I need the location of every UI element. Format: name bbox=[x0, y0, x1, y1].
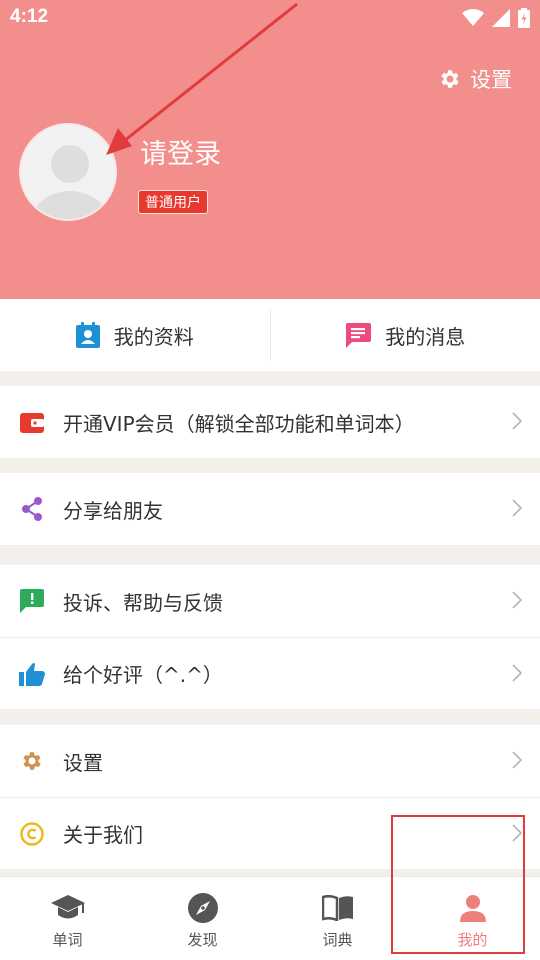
header-settings-button[interactable]: 设置 bbox=[438, 64, 512, 94]
login-link[interactable]: 请登录 bbox=[140, 132, 221, 171]
share-row[interactable]: 分享给朋友 bbox=[0, 473, 540, 545]
book-icon bbox=[321, 891, 354, 925]
tab-discover-label: 发现 bbox=[187, 931, 218, 949]
chevron-right-icon bbox=[512, 591, 522, 609]
gear-icon bbox=[19, 748, 45, 774]
vip-label: 开通VIP会员（解锁全部功能和单词本） bbox=[63, 411, 415, 436]
share-label: 分享给朋友 bbox=[63, 498, 163, 523]
support-section: 投诉、帮助与反馈 给个好评（^.^） bbox=[0, 565, 540, 709]
share-icon bbox=[19, 496, 45, 522]
tab-discover[interactable]: 发现 bbox=[135, 877, 270, 960]
battery-icon bbox=[518, 8, 530, 28]
vip-section: 开通VIP会员（解锁全部功能和单词本） bbox=[0, 386, 540, 458]
settings-label: 设置 bbox=[63, 750, 103, 775]
rate-row[interactable]: 给个好评（^.^） bbox=[0, 637, 540, 709]
profile-header: 4:12 设置 请登录 普通用户 bbox=[0, 0, 540, 299]
bottom-tab-bar: 单词 发现 词典 我的 bbox=[0, 876, 540, 960]
tab-words-label: 单词 bbox=[52, 931, 83, 949]
my-messages-label: 我的消息 bbox=[385, 324, 466, 349]
about-row[interactable]: 关于我们 bbox=[0, 797, 540, 869]
wallet-icon bbox=[19, 409, 45, 435]
message-icon bbox=[346, 323, 372, 348]
status-icons bbox=[462, 8, 530, 28]
vip-row[interactable]: 开通VIP会员（解锁全部功能和单词本） bbox=[0, 386, 540, 458]
about-label: 关于我们 bbox=[63, 823, 143, 847]
tab-dictionary-label: 词典 bbox=[322, 931, 353, 949]
quick-actions: 我的资料 我的消息 bbox=[0, 299, 540, 371]
person-icon bbox=[459, 891, 487, 925]
settings-row[interactable]: 设置 bbox=[0, 725, 540, 797]
user-level-badge: 普通用户 bbox=[138, 190, 208, 214]
rate-label: 给个好评（^.^） bbox=[63, 663, 223, 687]
my-profile-button[interactable]: 我的资料 bbox=[0, 299, 270, 371]
feedback-label: 投诉、帮助与反馈 bbox=[63, 590, 223, 615]
default-avatar-icon bbox=[32, 145, 108, 219]
feedback-icon bbox=[19, 588, 45, 614]
avatar[interactable] bbox=[19, 123, 117, 221]
cell-signal-icon bbox=[492, 9, 510, 27]
chevron-right-icon bbox=[512, 412, 522, 430]
copyright-icon bbox=[19, 821, 45, 847]
chevron-right-icon bbox=[512, 824, 522, 842]
tab-me[interactable]: 我的 bbox=[405, 877, 540, 960]
chevron-right-icon bbox=[512, 499, 522, 517]
tab-dictionary[interactable]: 词典 bbox=[270, 877, 405, 960]
tab-me-label: 我的 bbox=[457, 931, 488, 949]
tab-words[interactable]: 单词 bbox=[0, 877, 135, 960]
chevron-right-icon bbox=[512, 664, 522, 682]
share-section: 分享给朋友 bbox=[0, 473, 540, 545]
status-bar: 4:12 bbox=[0, 0, 540, 36]
gear-icon bbox=[441, 70, 459, 88]
thumbs-up-icon bbox=[19, 661, 45, 687]
compass-icon bbox=[187, 891, 219, 925]
status-time: 4:12 bbox=[10, 6, 49, 27]
wifi-icon bbox=[462, 9, 484, 26]
graduation-cap-icon bbox=[50, 891, 85, 925]
header-settings-label: 设置 bbox=[470, 68, 512, 92]
my-messages-button[interactable]: 我的消息 bbox=[271, 299, 540, 371]
chevron-right-icon bbox=[512, 751, 522, 769]
my-profile-label: 我的资料 bbox=[113, 324, 194, 349]
profile-card-icon bbox=[75, 322, 100, 348]
feedback-row[interactable]: 投诉、帮助与反馈 bbox=[0, 565, 540, 637]
app-section: 设置 关于我们 bbox=[0, 725, 540, 869]
